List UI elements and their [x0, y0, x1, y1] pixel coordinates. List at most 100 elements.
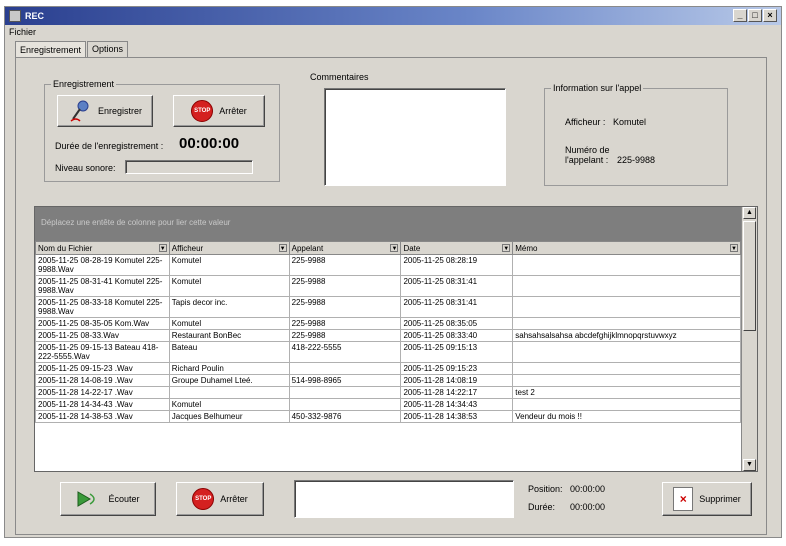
cell-date[interactable]: 2005-11-28 14:22:17	[400, 386, 514, 399]
table-row[interactable]: 2005-11-25 08-33.Wav Restaurant BonBec 225…	[35, 329, 741, 342]
table-row[interactable]: 2005-11-28 14-38-53 .Wav Jacques Belhumeu…	[35, 410, 741, 423]
cell-memo[interactable]	[512, 341, 741, 363]
cell-date[interactable]: 2005-11-28 14:34:43	[400, 398, 514, 411]
column-header-caller-label: Appelant	[291, 243, 324, 253]
cell-file[interactable]: 2005-11-25 08-28-19 Komutel 225-9988.Wav	[35, 254, 170, 276]
column-header-date-label: Date	[403, 243, 421, 253]
cell-date[interactable]: 2005-11-25 08:31:41	[400, 275, 514, 297]
cell-memo[interactable]: Vendeur du mois !!	[512, 410, 741, 423]
menu-bar: Fichier	[7, 27, 38, 39]
cell-file[interactable]: 2005-11-28 14-38-53 .Wav	[35, 410, 170, 423]
cell-memo[interactable]	[512, 362, 741, 375]
minimize-button[interactable]: _	[733, 9, 747, 22]
cell-memo[interactable]	[512, 398, 741, 411]
app-icon	[9, 10, 21, 22]
scrollbar-thumb[interactable]	[743, 221, 756, 331]
column-header-caller[interactable]: Appelant ▼	[288, 241, 402, 255]
cell-memo[interactable]	[512, 317, 741, 330]
table-row[interactable]: 2005-11-25 08-35-05 Kom.Wav Komutel 225-99…	[35, 317, 741, 330]
cell-date[interactable]: 2005-11-28 14:38:53	[400, 410, 514, 423]
cell-memo[interactable]	[512, 275, 741, 297]
table-row[interactable]: 2005-11-25 08-33-18 Komutel 225-9988.Wav…	[35, 296, 741, 318]
cell-date[interactable]: 2005-11-25 08:31:41	[400, 296, 514, 318]
listen-button-label: Écouter	[108, 494, 140, 504]
stop-playback-button[interactable]: STOP Arrêter	[176, 482, 264, 516]
dropdown-arrow-icon[interactable]: ▼	[390, 244, 399, 252]
dropdown-arrow-icon[interactable]: ▼	[730, 244, 738, 252]
cell-display[interactable]: Jacques Belhumeur	[168, 410, 290, 423]
cell-memo[interactable]	[512, 296, 741, 318]
cell-display[interactable]: Komutel	[168, 254, 290, 276]
cell-file[interactable]: 2005-11-25 09-15-23 .Wav	[35, 362, 170, 375]
cell-date[interactable]: 2005-11-25 08:35:05	[400, 317, 514, 330]
cell-file[interactable]: 2005-11-25 09-15-13 Bateau 418-222-5555.…	[35, 341, 170, 363]
cell-date[interactable]: 2005-11-28 14:08:19	[400, 374, 514, 387]
table-row[interactable]: 2005-11-28 14-22-17 .Wav 2005-11-28 14:22…	[35, 386, 741, 399]
cell-file[interactable]: 2005-11-25 08-33-18 Komutel 225-9988.Wav	[35, 296, 170, 318]
dropdown-arrow-icon[interactable]: ▼	[158, 244, 167, 252]
cell-caller[interactable]: 225-9988	[288, 317, 402, 330]
cell-caller[interactable]: 225-9988	[288, 254, 402, 276]
cell-memo[interactable]	[512, 254, 741, 276]
record-button[interactable]: Enregistrer	[57, 95, 153, 127]
column-header-memo[interactable]: Mémo ▼	[512, 241, 741, 255]
column-header-date[interactable]: Date ▼	[400, 241, 514, 255]
maximize-button[interactable]: □	[748, 9, 762, 22]
delete-button[interactable]: × Supprimer	[662, 482, 752, 516]
cell-caller[interactable]: 225-9988	[288, 329, 402, 342]
cell-caller[interactable]: 450-332-9876	[288, 410, 402, 423]
scroll-down-icon[interactable]: ▼	[743, 459, 756, 471]
dropdown-arrow-icon[interactable]: ▼	[502, 244, 511, 252]
table-row[interactable]: 2005-11-25 08-28-19 Komutel 225-9988.Wav…	[35, 254, 741, 276]
cell-display[interactable]: Komutel	[168, 398, 290, 411]
cell-display[interactable]: Bateau	[168, 341, 290, 363]
cell-file[interactable]: 2005-11-28 14-34-43 .Wav	[35, 398, 170, 411]
comments-textarea[interactable]	[324, 88, 506, 186]
menu-fichier[interactable]: Fichier	[7, 27, 38, 37]
cell-memo[interactable]: sahsahsalsahsa abcdefghijklmnopqrstuvwxy…	[512, 329, 741, 342]
cell-display[interactable]: Tapis decor inc.	[168, 296, 290, 318]
cell-display[interactable]: Komutel	[168, 317, 290, 330]
cell-date[interactable]: 2005-11-25 09:15:23	[400, 362, 514, 375]
cell-file[interactable]: 2005-11-25 08-33.Wav	[35, 329, 170, 342]
table-header-row: Nom du Fichier ▼ Afficheur ▼ Appelant ▼ Dat…	[35, 241, 741, 255]
cell-file[interactable]: 2005-11-25 08-35-05 Kom.Wav	[35, 317, 170, 330]
listen-button[interactable]: Écouter	[60, 482, 156, 516]
table-row[interactable]: 2005-11-28 14-34-43 .Wav Komutel 2005-11-2…	[35, 398, 741, 411]
cell-date[interactable]: 2005-11-25 08:28:19	[400, 254, 514, 276]
column-header-display[interactable]: Afficheur ▼	[168, 241, 290, 255]
column-header-memo-label: Mémo	[515, 243, 538, 253]
cell-display[interactable]: Richard Poulin	[168, 362, 290, 375]
stop-record-button[interactable]: STOP Arrêter	[173, 95, 265, 127]
cell-memo[interactable]	[512, 374, 741, 387]
close-button[interactable]: ×	[763, 9, 777, 22]
cell-caller[interactable]	[288, 362, 402, 375]
table-row[interactable]: 2005-11-25 09-15-23 .Wav Richard Poulin 20…	[35, 362, 741, 375]
column-header-file[interactable]: Nom du Fichier ▼	[35, 241, 170, 255]
window-title: REC	[25, 11, 45, 21]
table-row[interactable]: 2005-11-25 09-15-13 Bateau 418-222-5555.…	[35, 341, 741, 363]
cell-caller[interactable]: 418-222-5555	[288, 341, 402, 363]
cell-caller[interactable]: 225-9988	[288, 275, 402, 297]
cell-file[interactable]: 2005-11-28 14-08-19 .Wav	[35, 374, 170, 387]
cell-date[interactable]: 2005-11-25 09:15:13	[400, 341, 514, 363]
cell-caller[interactable]	[288, 386, 402, 399]
cell-file[interactable]: 2005-11-25 08-31-41 Komutel 225-9988.Wav	[35, 275, 170, 297]
vertical-scrollbar[interactable]: ▲ ▼	[741, 207, 757, 471]
table-row[interactable]: 2005-11-25 08-31-41 Komutel 225-9988.Wav…	[35, 275, 741, 297]
scroll-up-icon[interactable]: ▲	[743, 207, 756, 219]
cell-date[interactable]: 2005-11-25 08:33:40	[400, 329, 514, 342]
cell-file[interactable]: 2005-11-28 14-22-17 .Wav	[35, 386, 170, 399]
table-row[interactable]: 2005-11-28 14-08-19 .Wav Groupe Duhamel L…	[35, 374, 741, 387]
cell-display[interactable]: Komutel	[168, 275, 290, 297]
cell-caller[interactable]: 514-998-8965	[288, 374, 402, 387]
cell-caller[interactable]: 225-9988	[288, 296, 402, 318]
tab-options[interactable]: Options	[87, 41, 129, 57]
tab-enregistrement[interactable]: Enregistrement	[15, 41, 87, 57]
dropdown-arrow-icon[interactable]: ▼	[278, 244, 287, 252]
cell-caller[interactable]	[288, 398, 402, 411]
cell-display[interactable]: Restaurant BonBec	[168, 329, 290, 342]
cell-memo[interactable]: test 2	[512, 386, 741, 399]
cell-display[interactable]: Groupe Duhamel Lteé.	[168, 374, 290, 387]
cell-display[interactable]	[168, 386, 290, 399]
